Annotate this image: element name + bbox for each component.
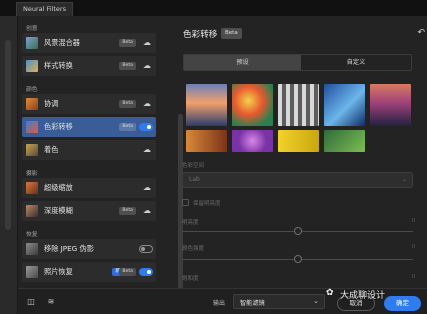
harmonize-thumbnail [26,98,38,110]
beta-badge: Beta [119,100,136,108]
preset-image-sunset-sea[interactable] [186,84,227,126]
filter-label: 着色 [44,145,59,154]
slider-3-label: 饱和度 [182,276,199,282]
jpeg-thumbnail [26,243,38,255]
preset-image-arches[interactable] [278,84,319,126]
filter-item-photo-restoration[interactable]: 照片恢复 新 Beta [22,262,156,282]
beta-badge: Beta [119,62,136,70]
layers-icon[interactable]: ≋ [46,297,56,307]
preset-image-blue-abstract[interactable] [324,84,365,126]
watermark-text: 大成聊设计 [340,291,386,301]
output-select[interactable]: 智能滤镜 ⌄ [233,294,325,309]
filter-item-landscape-mixer[interactable]: 风景混合器 Beta ☁ [22,33,156,53]
left-scrollbar[interactable] [5,40,11,230]
beta-badge: Beta [119,268,136,276]
cloud-download-icon[interactable]: ☁ [142,183,152,193]
slider-1-knob[interactable] [294,227,302,235]
preset-gallery [186,84,416,152]
filter-toggle[interactable] [139,245,153,253]
chevron-down-icon: ⌄ [401,176,407,183]
colorize-thumbnail [26,144,38,156]
left-toolbar [0,16,18,314]
preserve-luminance-label: 保留明亮度 [193,201,221,207]
filter-toggle[interactable] [139,123,153,131]
slider-3-value: 0 [411,274,415,280]
depth-blur-thumbnail [26,205,38,217]
filter-list: 创意 风景混合器 Beta ☁ 样式转换 Beta ☁ 颜色 协调 Beta ☁… [18,16,183,294]
filter-item-super-zoom[interactable]: 超级缩放 ☁ [22,178,156,198]
cloud-download-icon[interactable]: ☁ [142,61,152,71]
filter-label: 超级缩放 [44,183,73,192]
super-zoom-thumbnail [26,182,38,194]
beta-badge: Beta [119,123,136,131]
filter-item-depth-blur[interactable]: 深度模糊 Beta ☁ [22,201,156,221]
detail-title: 色彩转移 [183,30,218,40]
output-value: 智能滤镜 [240,300,265,307]
filter-label: 样式转换 [44,61,73,70]
slider-1-label: 明亮度 [182,220,199,226]
preset-image-green-leaves[interactable] [324,130,365,152]
chevron-down-icon: ⌄ [313,297,319,305]
wechat-icon: ✿ [326,288,334,298]
filter-item-colorize[interactable]: 着色 ☁ [22,140,156,160]
filter-label: 移除 JPEG 伪影 [44,244,94,253]
color-space-value: Lab [189,176,200,183]
compare-icon[interactable]: ◫ [26,297,36,307]
beta-badge: Beta [119,39,136,47]
window-tab-title[interactable]: Neural Filters [16,2,73,16]
tab-custom[interactable]: 自定义 [301,55,411,70]
preset-custom-segment: 预设 自定义 [183,54,412,71]
cloud-download-icon[interactable]: ☁ [142,206,152,216]
slider-2-value: 0 [411,244,415,250]
landscape-thumbnail [26,37,38,49]
filter-label: 色彩转移 [44,122,73,131]
beta-badge: Beta [119,207,136,215]
category-label-restore: 恢复 [26,232,38,238]
filter-label: 深度模糊 [44,206,73,215]
output-label: 输出 [213,300,226,307]
filter-item-jpeg-artifacts[interactable]: 移除 JPEG 伪影 [22,239,156,259]
category-label-color: 颜色 [26,87,38,93]
reset-icon[interactable]: ↶ [417,28,425,38]
color-space-label: 色彩空间 [182,163,205,169]
preset-image-colorful-paint[interactable] [232,84,273,126]
filter-item-color-transfer[interactable]: 色彩转移 Beta [22,117,156,137]
filter-item-harmonize[interactable]: 协调 Beta ☁ [22,94,156,114]
cloud-download-icon[interactable]: ☁ [142,38,152,48]
detail-beta-badge: Beta [221,28,242,39]
slider-2-label: 颜色强度 [182,246,205,252]
cloud-download-icon[interactable]: ☁ [142,99,152,109]
preset-image-purple-flower[interactable] [232,130,273,152]
category-label-photo: 摄影 [26,171,38,177]
preserve-luminance-checkbox[interactable] [182,199,189,206]
preset-image-yellow[interactable] [278,130,319,152]
slider-1-value: 0 [411,218,415,224]
slider-2-knob[interactable] [294,255,302,263]
filter-label: 照片恢复 [44,267,73,276]
color-transfer-thumbnail [26,121,38,133]
style-thumbnail [26,60,38,72]
filter-toggle[interactable] [139,268,153,276]
title-bar: Neural Filters [0,0,427,16]
restore-thumbnail [26,266,38,278]
filter-item-style-transfer[interactable]: 样式转换 Beta ☁ [22,56,156,76]
filter-label: 风景混合器 [44,38,80,47]
category-label-portrait: 创意 [26,26,38,32]
color-space-select[interactable]: Lab ⌄ [182,172,413,188]
cloud-download-icon[interactable]: ☁ [142,145,152,155]
ok-button[interactable]: 确定 [384,296,421,311]
filter-label: 协调 [44,99,59,108]
preset-image-desert-road[interactable] [370,84,411,126]
tab-preset[interactable]: 预设 [184,55,301,70]
preset-image-orange-figure[interactable] [186,130,227,152]
filter-detail-panel: 色彩转移 Beta ↶ 预设 自定义 色彩空间 Lab ⌄ 保留明亮度 明亮度 … [170,16,427,288]
